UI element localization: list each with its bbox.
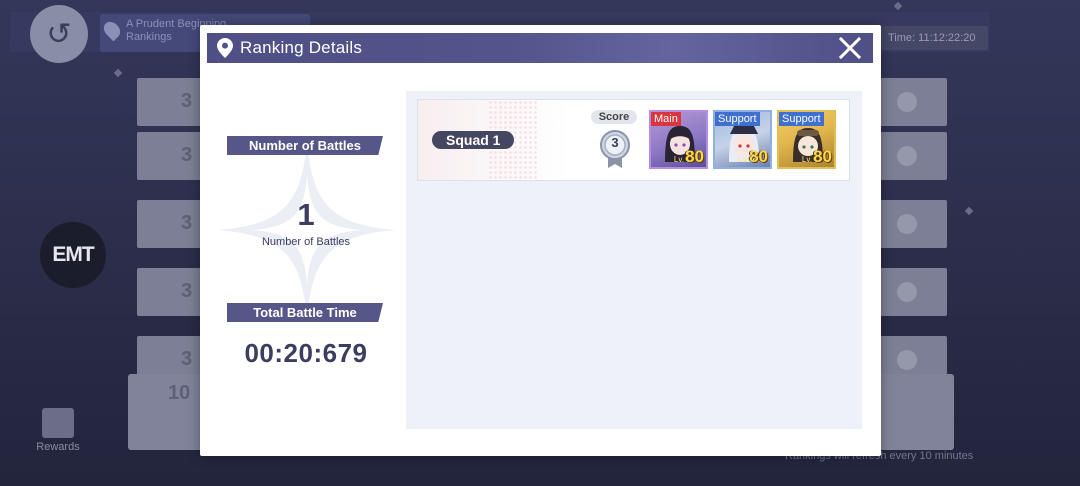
location-pin-icon xyxy=(217,38,233,58)
role-tag: Support xyxy=(779,112,824,126)
search-icon xyxy=(897,214,917,234)
battle-time-value: 00:20:679 xyxy=(244,338,368,368)
character-level: 80 xyxy=(685,147,704,166)
battles-label: Number of Battles xyxy=(227,136,383,155)
battles-caption: Number of Battles xyxy=(261,236,351,248)
rewards-button[interactable]: Rewards xyxy=(28,408,88,453)
squad-panel: Squad 1 Score 3 Main Lv. 80 Support Lv. … xyxy=(406,91,862,429)
character-card-support-1[interactable]: Support Lv. 80 xyxy=(713,110,772,169)
battles-value: 1 xyxy=(297,197,315,232)
back-arrow-icon: ↺ xyxy=(46,16,72,52)
ranking-details-dialog: Ranking Details Number of Battles 1 Numb… xyxy=(200,25,881,456)
rewards-icon xyxy=(42,408,74,438)
score-label: Score xyxy=(591,110,637,124)
level-prefix: Lv. xyxy=(737,155,748,164)
dialog-title: Ranking Details xyxy=(240,38,363,57)
dialog-header: Ranking Details xyxy=(207,33,873,63)
emt-logo: EMT xyxy=(40,222,106,288)
role-tag: Main xyxy=(651,112,681,126)
score-value: 3 xyxy=(611,135,619,150)
close-icon[interactable] xyxy=(837,35,863,61)
search-icon xyxy=(897,350,917,370)
squad-name-badge: Squad 1 xyxy=(432,131,515,149)
character-level: 80 xyxy=(749,147,768,166)
squad-row: Squad 1 Score 3 Main Lv. 80 Support Lv. … xyxy=(417,99,850,181)
search-icon xyxy=(897,92,917,112)
decor-dot xyxy=(893,1,903,11)
score-medal: 3 xyxy=(598,130,632,170)
search-icon xyxy=(897,146,917,166)
character-card-main[interactable]: Main Lv. 80 xyxy=(649,110,708,169)
role-tag: Support xyxy=(715,112,760,126)
location-pin-icon xyxy=(100,18,124,42)
level-prefix: Lv. xyxy=(673,155,684,164)
level-prefix: Lv. xyxy=(801,155,812,164)
back-button[interactable]: ↺ xyxy=(30,5,88,63)
character-level: 80 xyxy=(813,147,832,166)
decor-dot xyxy=(113,68,123,78)
decor-dot xyxy=(964,206,974,216)
character-card-support-2[interactable]: Support Lv. 80 xyxy=(777,110,836,169)
background-time-left: Time: 11:12:22:20 xyxy=(880,26,988,50)
battle-time-label: Total Battle Time xyxy=(227,303,383,322)
search-icon xyxy=(897,282,917,302)
